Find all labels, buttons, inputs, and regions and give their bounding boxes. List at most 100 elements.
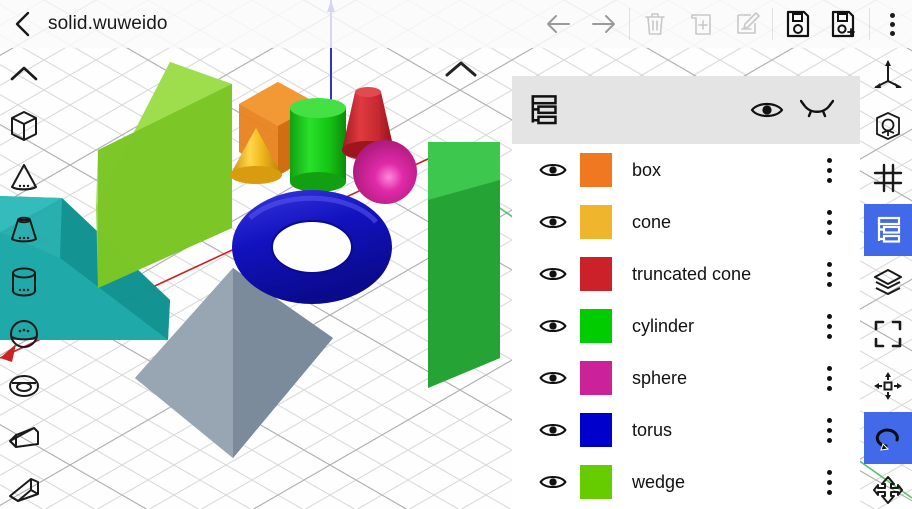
edit-note-icon <box>737 12 760 34</box>
object-name: cylinder <box>632 315 695 336</box>
tool-box[interactable] <box>0 100 48 152</box>
save-button-group <box>775 0 867 48</box>
hide-all-button[interactable] <box>792 85 842 135</box>
overflow-menu-button[interactable] <box>872 0 912 48</box>
save-as-button[interactable] <box>821 0 867 48</box>
copy-add-icon <box>691 14 711 35</box>
eye-open-icon <box>539 320 567 332</box>
tool-wedge[interactable] <box>0 412 48 464</box>
visibility-toggle[interactable] <box>538 472 572 492</box>
axes-toggle[interactable] <box>864 48 912 100</box>
truncated-cone-icon <box>11 216 37 243</box>
torus-blue[interactable] <box>232 190 392 304</box>
color-swatch[interactable] <box>580 153 612 187</box>
color-swatch[interactable] <box>580 413 612 447</box>
tool-cone[interactable] <box>0 152 48 204</box>
document-title: solid.wuweido <box>48 13 168 34</box>
object-row[interactable]: box <box>512 144 860 196</box>
object-name: sphere <box>632 367 688 388</box>
object-name: box <box>632 159 662 180</box>
objects-panel-toggle[interactable] <box>864 204 912 256</box>
duplicate-button[interactable] <box>678 0 724 48</box>
history-button-group <box>535 0 627 48</box>
redo-button[interactable] <box>581 0 627 48</box>
undo-button[interactable] <box>535 0 581 48</box>
object-overflow-button[interactable] <box>812 300 846 352</box>
object-row[interactable]: cone <box>512 196 860 248</box>
delete-button[interactable] <box>632 0 678 48</box>
kebab-dot <box>826 157 832 163</box>
object-overflow-button[interactable] <box>812 144 846 196</box>
kebab-dot <box>826 261 832 267</box>
color-swatch[interactable] <box>580 465 612 499</box>
visibility-toggle[interactable] <box>538 160 572 180</box>
arrow-right-icon <box>592 15 615 33</box>
visibility-toggle[interactable] <box>538 212 572 232</box>
kebab-dot <box>826 365 832 371</box>
objects-list[interactable]: box cone truncated cone cylinder sphere torus… <box>512 144 860 508</box>
move-tool[interactable] <box>864 360 912 412</box>
scale-tool[interactable] <box>864 464 912 509</box>
object-overflow-button[interactable] <box>812 248 846 300</box>
eye-open-icon <box>539 268 567 280</box>
object-row[interactable]: sphere <box>512 352 860 404</box>
sphere-magenta[interactable] <box>353 140 417 204</box>
wedge-green-right[interactable] <box>428 142 500 388</box>
tool-prism[interactable] <box>0 464 48 509</box>
object-name: torus <box>632 419 673 440</box>
visibility-toggle[interactable] <box>538 368 572 388</box>
color-swatch[interactable] <box>580 361 612 395</box>
object-overflow-button[interactable] <box>812 196 846 248</box>
kebab-dot <box>889 30 895 36</box>
collapse-toolbar-button[interactable] <box>0 48 48 100</box>
kebab-dot <box>826 177 832 183</box>
viewport-chevron-up-icon[interactable] <box>444 58 478 85</box>
save-button[interactable] <box>775 0 821 48</box>
bounding-box-toggle[interactable] <box>864 100 912 152</box>
tool-torus[interactable] <box>0 360 48 412</box>
tool-truncated-cone[interactable] <box>0 204 48 256</box>
eye-open-icon <box>539 216 567 228</box>
object-overflow-button[interactable] <box>812 404 846 456</box>
cylinder-green[interactable] <box>290 98 346 192</box>
eye-closed-icon <box>800 99 834 118</box>
color-swatch[interactable] <box>580 205 612 239</box>
object-row[interactable]: wedge <box>512 456 860 508</box>
rotate-tool[interactable] <box>864 412 912 464</box>
tool-sphere[interactable] <box>0 308 48 360</box>
object-row[interactable]: truncated cone <box>512 248 860 300</box>
object-overflow-button[interactable] <box>812 352 846 404</box>
visibility-toggle[interactable] <box>538 264 572 284</box>
fit-frame-icon <box>874 320 902 348</box>
tree-list-icon <box>877 216 901 243</box>
edit-button-group <box>632 0 770 48</box>
object-row[interactable]: cylinder <box>512 300 860 352</box>
kebab-dot <box>826 313 832 319</box>
cone-icon <box>11 164 37 191</box>
object-row[interactable]: torus <box>512 404 860 456</box>
edit-button[interactable] <box>724 0 770 48</box>
kebab-dot <box>826 427 832 433</box>
visibility-toggle[interactable] <box>538 316 572 336</box>
kebab-dot <box>826 271 832 277</box>
color-swatch[interactable] <box>580 257 612 291</box>
visibility-toggle[interactable] <box>538 420 572 440</box>
layers-toggle[interactable] <box>864 256 912 308</box>
tool-cylinder[interactable] <box>0 256 48 308</box>
show-all-button[interactable] <box>742 85 792 135</box>
back-button[interactable] <box>0 0 46 48</box>
kebab-dot <box>826 479 832 485</box>
color-swatch[interactable] <box>580 309 612 343</box>
grid-icon <box>873 163 903 193</box>
kebab-dot <box>826 417 832 423</box>
objects-panel: box cone truncated cone cylinder sphere torus… <box>512 76 860 509</box>
objects-panel-header <box>512 76 860 144</box>
panel-tree-icon-wrap <box>526 93 560 127</box>
arrow-left-icon <box>547 15 570 33</box>
wedge-green-left[interactable] <box>96 62 232 288</box>
object-name: wedge <box>632 471 686 492</box>
layers-icon <box>874 269 902 295</box>
grid-toggle[interactable] <box>864 152 912 204</box>
fit-view-button[interactable] <box>864 308 912 360</box>
object-overflow-button[interactable] <box>812 456 846 508</box>
